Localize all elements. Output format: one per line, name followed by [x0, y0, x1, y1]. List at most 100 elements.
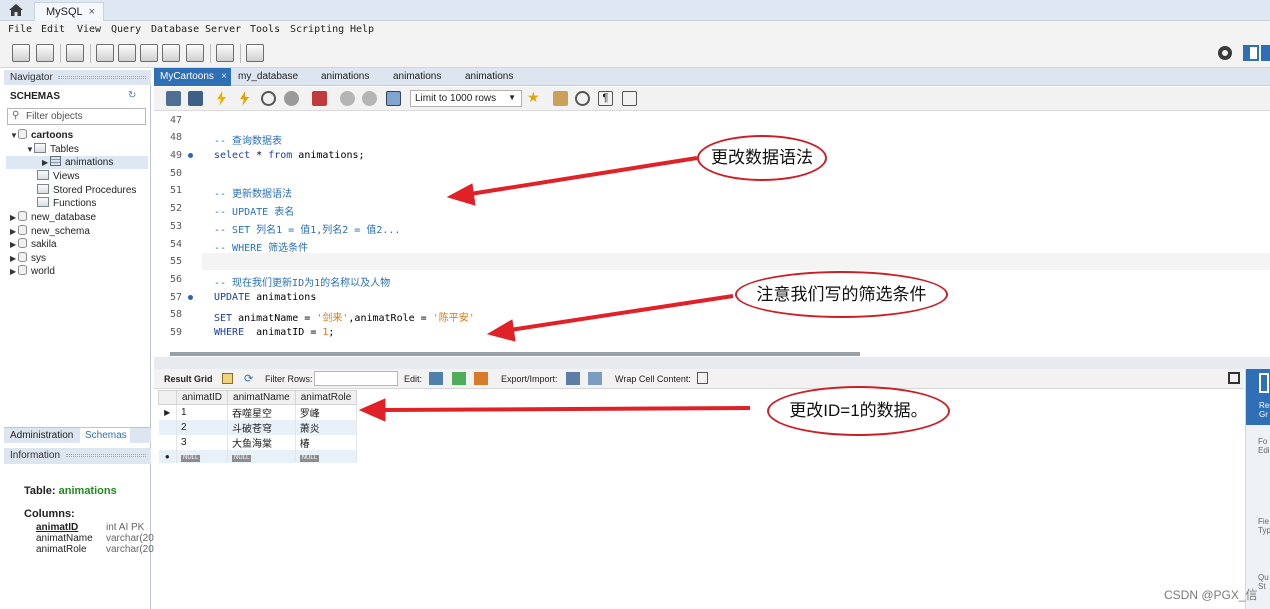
tab-my-database[interactable]: my_database [238, 68, 298, 86]
tab-result-grid[interactable]: Result Grid [164, 374, 213, 384]
import-icon[interactable] [588, 372, 602, 385]
delete-row-icon[interactable] [474, 372, 488, 385]
save-icon[interactable] [188, 91, 203, 106]
home-icon[interactable] [8, 3, 24, 17]
settings-icon[interactable] [1217, 45, 1233, 61]
stop-icon[interactable] [284, 91, 299, 106]
toggle-output-icon[interactable] [1261, 45, 1270, 61]
table-cell[interactable]: 大鱼海棠 [227, 435, 296, 450]
connection-tab[interactable]: MySQL × [34, 2, 104, 21]
panel-toggle-icon[interactable] [1228, 372, 1240, 384]
table-cell[interactable]: NULL [295, 450, 358, 463]
tab-administration[interactable]: Administration [10, 430, 73, 441]
table-cell[interactable]: 萧炎 [295, 420, 358, 435]
menu-scripting[interactable]: Scripting [290, 24, 344, 35]
table-row[interactable]: ▶ 1 吞噬星空 罗峰 [158, 404, 358, 420]
column-header[interactable]: animatName [227, 390, 296, 405]
limit-rows-value: Limit to 1000 rows [415, 93, 497, 104]
open-sql-script-icon[interactable] [36, 44, 54, 62]
menu-help[interactable]: Help [350, 24, 374, 35]
tree-item-animations[interactable]: ▶ animations [6, 156, 148, 169]
menu-file[interactable]: File [8, 24, 32, 35]
execute-icon[interactable] [217, 91, 226, 106]
add-row-icon[interactable] [452, 372, 466, 385]
table-row[interactable]: 2 斗破苍穹 萧炎 [158, 420, 358, 435]
tab-mycartoons[interactable]: MyCartoons × [154, 68, 231, 86]
explain-icon[interactable] [261, 91, 276, 106]
column-header[interactable]: animatRole [294, 390, 358, 405]
edit-row-icon[interactable] [429, 372, 443, 385]
tree-item-stored-procedures[interactable]: Stored Procedures [37, 184, 136, 196]
menu-query[interactable]: Query [111, 24, 141, 35]
table-cell[interactable]: 2 [176, 420, 229, 435]
tree-item-sys[interactable]: ▶ sys [10, 252, 46, 264]
table-row[interactable]: 3 大鱼海棠 椿 [158, 435, 358, 450]
new-sql-tab-icon[interactable] [12, 44, 30, 62]
refresh-icon[interactable]: ↻ [128, 90, 136, 101]
table-cell[interactable]: 吞噬星空 [227, 404, 296, 420]
autocommit-icon[interactable] [386, 91, 401, 106]
panel-splitter[interactable] [154, 357, 1270, 369]
tab-animations[interactable]: animations [393, 68, 441, 86]
tab-animations[interactable]: animations [321, 68, 369, 86]
create-function-icon[interactable] [186, 44, 204, 62]
toggle-sidebar-icon[interactable] [1243, 45, 1259, 61]
grid-view-icon[interactable] [222, 373, 233, 384]
rollback-icon[interactable] [362, 91, 377, 106]
execute-current-icon[interactable] [240, 91, 249, 106]
side-tab-field-types[interactable]: Fie Typ [1258, 517, 1270, 535]
tab-schemas[interactable]: Schemas [80, 428, 130, 443]
add-snippet-icon[interactable]: ★ [527, 89, 542, 105]
result-grid[interactable]: animatID animatName animatRole ▶ 1 吞噬星空 … [154, 390, 1244, 609]
table-cell[interactable]: 3 [176, 435, 229, 450]
wrap-lines-icon[interactable] [622, 91, 637, 106]
side-tab-form-editor[interactable]: Fo Edi [1258, 437, 1270, 455]
side-tab-query-stats[interactable]: Qu St [1258, 573, 1270, 591]
wrap-cell-icon[interactable] [697, 372, 708, 384]
toggle-continue-icon[interactable] [312, 91, 327, 106]
close-icon[interactable]: × [221, 71, 227, 82]
search-table-data-icon[interactable] [216, 44, 234, 62]
menu-view[interactable]: View [77, 24, 101, 35]
table-cell[interactable]: 罗峰 [295, 404, 358, 420]
limit-rows-select[interactable]: Limit to 1000 rows ▼ [410, 90, 522, 107]
tree-item-sakila[interactable]: ▶ sakila [10, 238, 57, 250]
create-table-icon[interactable] [118, 44, 136, 62]
column-header[interactable]: animatID [175, 390, 229, 405]
tree-item-tables[interactable]: ▼ Tables [26, 143, 79, 155]
table-cell[interactable]: NULL [176, 450, 229, 463]
tree-item-views[interactable]: Views [37, 170, 80, 182]
table-cell[interactable]: NULL [227, 450, 296, 463]
table-cell[interactable]: 1 [176, 404, 229, 420]
tree-item-new-schema[interactable]: ▶ new_schema [10, 225, 90, 237]
inspector-icon[interactable] [66, 44, 84, 62]
filter-rows-input[interactable] [314, 371, 398, 386]
tab-animations[interactable]: animations [465, 68, 513, 86]
create-view-icon[interactable] [140, 44, 158, 62]
tree-item-new-database[interactable]: ▶ new_database [10, 211, 96, 223]
find-icon[interactable] [575, 91, 590, 106]
reconnect-icon[interactable] [246, 44, 264, 62]
invisible-chars-icon[interactable]: ¶ [598, 91, 613, 106]
create-procedure-icon[interactable] [162, 44, 180, 62]
filter-objects-input[interactable]: ⚲ Filter objects [7, 108, 146, 125]
menu-database[interactable]: Database [151, 24, 199, 35]
tree-item-functions[interactable]: Functions [37, 197, 96, 209]
close-icon[interactable]: × [89, 6, 95, 18]
horizontal-scrollbar[interactable] [170, 352, 860, 356]
menu-server[interactable]: Server [205, 24, 241, 35]
side-tab-result-grid[interactable]: Res Gr [1246, 369, 1270, 425]
create-schema-icon[interactable] [96, 44, 114, 62]
table-row-new[interactable]: ● NULL NULL NULL [158, 450, 358, 463]
beautify-icon[interactable] [553, 91, 568, 106]
menu-tools[interactable]: Tools [250, 24, 280, 35]
table-cell[interactable]: 椿 [295, 435, 358, 450]
menu-edit[interactable]: Edit [41, 24, 65, 35]
export-icon[interactable] [566, 372, 580, 385]
tree-item-cartoons[interactable]: ▼ cartoons [10, 129, 73, 141]
tree-item-world[interactable]: ▶ world [10, 265, 55, 277]
refresh-icon[interactable]: ⟳ [244, 372, 253, 385]
open-file-icon[interactable] [166, 91, 181, 106]
table-cell[interactable]: 斗破苍穹 [227, 420, 296, 435]
commit-icon[interactable] [340, 91, 355, 106]
